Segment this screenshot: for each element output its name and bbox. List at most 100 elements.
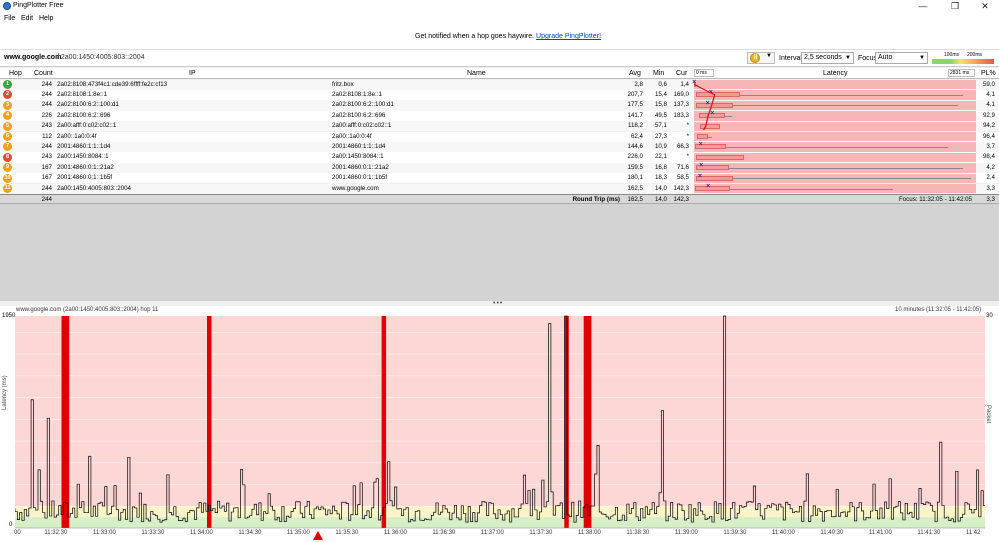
name-cell[interactable]: 2a00::1a0:0:4f	[332, 133, 372, 140]
header-min[interactable]: Min	[653, 70, 664, 77]
interval-select[interactable]: 2,5 seconds ▼	[801, 52, 854, 64]
summary-cur: 142,3	[673, 196, 689, 203]
latency-range-bar	[695, 92, 740, 98]
scale-200-label: 200ms	[967, 52, 983, 58]
ip-cell[interactable]: 2001:4860:0:1::1b5f	[57, 174, 112, 181]
pl-cell: 98,4	[982, 153, 995, 161]
packet-loss-bar	[586, 316, 592, 528]
current-latency-marker: ×	[705, 99, 710, 107]
time-marker-icon[interactable]	[313, 531, 323, 540]
table-row[interactable]: 3 244 2a02:8100:6:2::100:d1 2a02:8100:6:2::…	[0, 99, 999, 111]
min-cell: 15,4	[654, 90, 667, 98]
latency-timeline-chart[interactable]	[15, 314, 985, 530]
x-tick-label: 11:34:00	[189, 530, 213, 536]
count-cell: 244	[41, 80, 52, 88]
x-tick-label: 11:36:00	[383, 530, 407, 536]
avg-cell: 62,4	[630, 132, 643, 140]
pl-cell: 96,4	[982, 132, 995, 140]
minimize-button[interactable]: —	[908, 0, 938, 12]
summary-count: 244	[41, 196, 52, 203]
ip-cell[interactable]: 2a02:8100:6:2::100:d1	[57, 101, 119, 108]
name-cell[interactable]: fritz.box	[332, 81, 354, 88]
summary-pl: 3,3	[986, 196, 995, 203]
name-cell[interactable]: 2001:4860:0:1::21a2	[332, 164, 389, 171]
current-latency-marker: ×	[697, 172, 702, 180]
table-row[interactable]: 9 167 2001:4860:0:1::21a2 2001:4860:0:1::21…	[0, 162, 999, 174]
y-axis-top-label: 1950	[2, 313, 16, 319]
menu-file[interactable]: File	[4, 15, 15, 22]
packet-loss-bar	[64, 316, 70, 528]
cur-cell: *	[686, 153, 689, 161]
name-cell[interactable]: 2a02:8108:1:8e::1	[332, 91, 382, 98]
header-name[interactable]: Name	[467, 70, 486, 77]
header-cur[interactable]: Cur	[676, 70, 687, 77]
upgrade-link[interactable]: Upgrade PingPlotter!	[536, 33, 601, 40]
chevron-down-icon[interactable]: ▼	[766, 53, 772, 59]
ip-cell[interactable]: 2a02:8108:473f4c1:cde39:6ffff:fe2c:cf13	[57, 81, 167, 88]
table-row[interactable]: 4 226 2a02:8100:6:2::696 2a02:8100:6:2::696…	[0, 110, 999, 122]
scale-100-label: 100ms	[944, 52, 960, 58]
x-tick-label: 00	[14, 530, 21, 536]
latency-range-whisker	[695, 105, 958, 107]
focus-value: Auto	[878, 54, 893, 61]
table-row[interactable]: 6 112 2a00::1a0:0:4f 2a00::1a0:0:4f 62,4 27,3…	[0, 131, 999, 142]
header-hop[interactable]: Hop	[9, 70, 22, 77]
ip-cell[interactable]: 2001:4860:1:1::1d4	[57, 143, 110, 150]
latency-range-whisker	[695, 178, 971, 180]
ip-cell[interactable]: 2a00:1450:8084::1	[57, 153, 109, 160]
close-button[interactable]: ✕	[970, 0, 999, 12]
name-cell[interactable]: 2001:4860:1:1::1d4	[332, 143, 385, 150]
table-row[interactable]: 5 243 2a00:afff:0:c02:c02::1 2a00:afff:0:c0…	[0, 121, 999, 132]
pause-icon[interactable]: ||	[750, 53, 760, 63]
x-tick-label: 11:32:30	[44, 530, 68, 536]
table-row[interactable]: 10 167 2001:4860:0:1::1b5f 2001:4860:0:1::1…	[0, 172, 999, 184]
avg-cell: 2,8	[634, 80, 643, 88]
min-cell: 16,8	[654, 163, 667, 171]
name-cell[interactable]: www.google.com	[332, 185, 379, 192]
ip-cell[interactable]: 2a00::1a0:0:4f	[57, 133, 97, 140]
cur-cell: 142,3	[673, 184, 689, 192]
latency-range-bar	[695, 186, 730, 191]
table-row[interactable]: 11 244 2a00:1450:4005:803::2004 www.google.…	[0, 183, 999, 194]
avg-cell: 162,5	[627, 184, 643, 192]
maximize-button[interactable]: ❒	[940, 0, 970, 12]
app-logo-icon	[3, 2, 11, 10]
min-cell: 49,5	[654, 111, 667, 119]
focus-select[interactable]: Auto ▼	[875, 52, 928, 64]
header-latency[interactable]: Latency	[823, 70, 848, 77]
avg-cell: 118,2	[627, 122, 643, 130]
header-ip[interactable]: IP	[189, 70, 196, 77]
interval-value: 2,5 seconds	[804, 54, 842, 61]
menu-edit[interactable]: Edit	[21, 15, 33, 22]
table-row[interactable]: 7 244 2001:4860:1:1::1d4 2001:4860:1:1::1d4…	[0, 141, 999, 153]
count-cell: 244	[41, 101, 52, 109]
name-cell[interactable]: 2a02:8100:6:2::100:d1	[332, 101, 394, 108]
ip-cell[interactable]: 2a02:8100:6:2::696	[57, 112, 110, 119]
latency-min-label: 0 ms	[694, 69, 714, 77]
x-tick-label: 11:41:00	[868, 530, 892, 536]
ip-cell[interactable]: 2a00:afff:0:c02:c02::1	[57, 122, 116, 129]
ip-cell[interactable]: 2a00:1450:4005:803::2004	[57, 185, 131, 192]
name-cell[interactable]: 2a00:afff:0:c02:c02::1	[332, 122, 391, 129]
header-pl[interactable]: PL%	[981, 70, 996, 77]
name-cell[interactable]: 2001:4860:0:1::1b5f	[332, 174, 387, 181]
menu-help[interactable]: Help	[39, 15, 53, 22]
pl-cell: 3,7	[986, 142, 995, 150]
header-count[interactable]: Count	[34, 70, 53, 77]
name-cell[interactable]: 2a02:8100:6:2::696	[332, 112, 385, 119]
table-row[interactable]: 1 244 2a02:8108:473f4c1:cde39:6ffff:fe2c:c…	[0, 79, 999, 90]
x-tick-label: 11:34:30	[238, 530, 262, 536]
ip-cell[interactable]: 2001:4860:0:1::21a2	[57, 164, 114, 171]
table-row[interactable]: 8 243 2a00:1450:8084::1 2a00:1450:8084::1 22…	[0, 152, 999, 163]
min-cell: 15,8	[654, 101, 667, 109]
table-row[interactable]: 2 244 2a02:8108:1:8e::1 2a02:8108:1:8e::1 20…	[0, 89, 999, 101]
header-avg[interactable]: Avg	[629, 70, 641, 77]
latency-cell	[694, 132, 976, 142]
x-tick-label: 11:38:00	[577, 530, 601, 536]
graph-time-range[interactable]: 10 minutes (11:32:05 - 11:42:05)	[895, 307, 981, 313]
ip-cell[interactable]: 2a02:8108:1:8e::1	[57, 91, 107, 98]
cur-cell: 71,6	[676, 163, 689, 171]
good-latency-band	[15, 517, 985, 528]
x-tick-label: 11:40:00	[771, 530, 795, 536]
name-cell[interactable]: 2a00:1450:8084::1	[332, 153, 384, 160]
